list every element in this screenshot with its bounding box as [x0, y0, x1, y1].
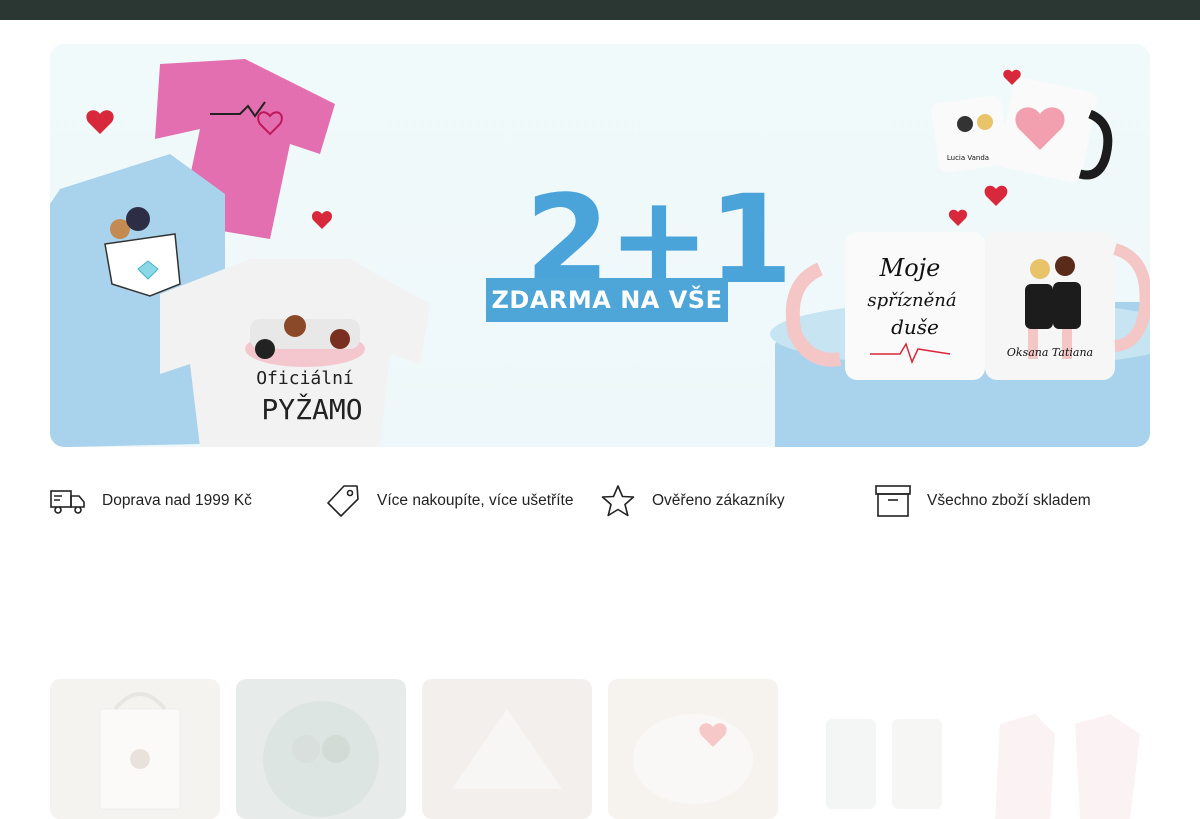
feature-label: Doprava nad 1999 Kč — [102, 492, 252, 509]
small-mug-names: Lucia Vanda — [947, 154, 989, 162]
pyjama-text-2: PYŽAMO — [261, 392, 362, 426]
product-card-t-shirts[interactable] — [980, 679, 1150, 819]
pyjama-text-1: Oficiální — [256, 368, 354, 389]
feature-label: Více nakoupíte, více ušetříte — [377, 492, 574, 509]
product-card-tote-bag[interactable] — [50, 679, 220, 819]
archive-box-icon — [875, 483, 911, 519]
mug-text-3: duše — [891, 315, 939, 339]
feature-label: Ověřeno zákazníky — [652, 492, 785, 509]
feature-verified: Ověřeno zákazníky — [600, 480, 875, 522]
promo-banner[interactable]: Oficiální PYŽAMO Moje spřízněná duše Oks… — [50, 44, 1150, 447]
feature-bar: Doprava nad 1999 Kč Více nakoupíte, více… — [50, 480, 1150, 522]
feature-label: Všechno zboží skladem — [927, 492, 1091, 509]
product-carousel — [50, 679, 1150, 819]
mug-text-1: Moje — [879, 254, 941, 282]
feature-savings: Více nakoupíte, více ušetříte — [325, 480, 600, 522]
mug-names: Oksana Tatiana — [1007, 346, 1093, 359]
mug-text-2: spřízněná — [867, 290, 956, 311]
top-bar — [0, 0, 1200, 20]
feature-in-stock: Všechno zboží skladem — [875, 480, 1150, 522]
promo-badge: ZDARMA NA VŠE — [486, 278, 728, 322]
product-card-heart-pillow[interactable] — [608, 679, 778, 819]
product-card-suncatcher[interactable] — [236, 679, 406, 819]
star-icon — [600, 483, 636, 519]
product-card-thermo-mugs[interactable] — [794, 679, 964, 819]
price-tag-icon — [325, 483, 361, 519]
truck-icon — [50, 483, 86, 519]
feature-shipping: Doprava nad 1999 Kč — [50, 480, 325, 522]
product-card-ornament[interactable] — [422, 679, 592, 819]
